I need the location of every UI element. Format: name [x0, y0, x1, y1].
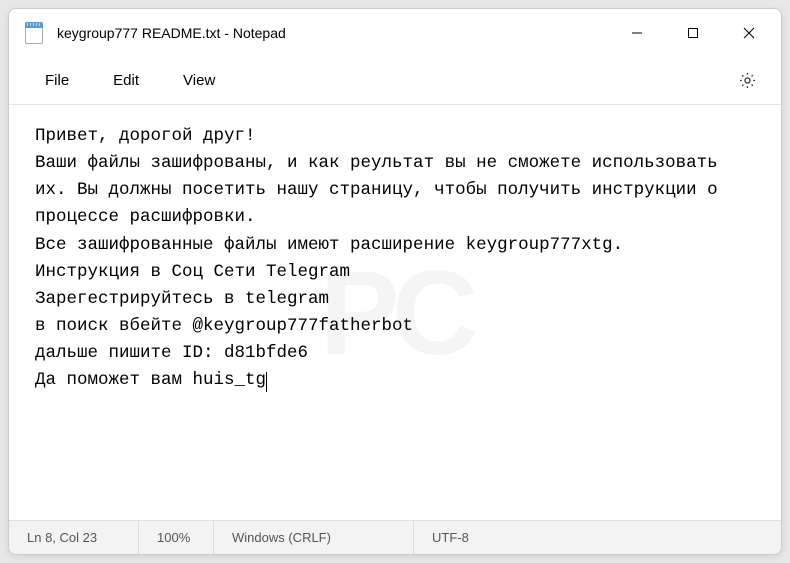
statusbar: Ln 8, Col 23 100% Windows (CRLF) UTF-8	[9, 520, 781, 554]
settings-button[interactable]	[727, 61, 767, 101]
menubar: File Edit View	[9, 57, 781, 105]
minimize-button[interactable]	[609, 9, 665, 57]
status-line-ending: Windows (CRLF)	[214, 521, 414, 554]
notepad-icon	[25, 22, 43, 44]
close-button[interactable]	[721, 9, 777, 57]
text-line: Инструкция в Соц Сети Telegram	[35, 262, 350, 282]
minimize-icon	[631, 27, 643, 39]
menu-file[interactable]: File	[23, 64, 91, 97]
maximize-icon	[687, 27, 699, 39]
window-title: keygroup777 README.txt - Notepad	[57, 25, 609, 41]
status-position: Ln 8, Col 23	[9, 521, 139, 554]
menu-edit[interactable]: Edit	[91, 64, 161, 97]
text-line: Ваши файлы зашифрованы, и как реультат в…	[35, 153, 728, 227]
status-encoding: UTF-8	[414, 521, 534, 554]
text-line: дальше пишите ID: d81bfde6	[35, 343, 308, 363]
text-line: Зарегестрируйтесь в telegram	[35, 289, 329, 309]
text-line: Да поможет вам huis_tg	[35, 370, 266, 390]
text-caret	[266, 372, 267, 392]
notepad-window: keygroup777 README.txt - Notepad File Ed…	[8, 8, 782, 555]
text-line: в поиск вбейте @keygroup777fatherbot	[35, 316, 413, 336]
status-zoom: 100%	[139, 521, 214, 554]
close-icon	[743, 27, 755, 39]
text-line: Привет, дорогой друг!	[35, 126, 256, 146]
gear-icon	[738, 71, 757, 90]
maximize-button[interactable]	[665, 9, 721, 57]
menu-view[interactable]: View	[161, 64, 237, 97]
text-line: Все зашифрованные файлы имеют расширение…	[35, 235, 623, 255]
titlebar[interactable]: keygroup777 README.txt - Notepad	[9, 9, 781, 57]
text-area[interactable]: PCПривет, дорогой друг! Ваши файлы зашиф…	[9, 105, 781, 520]
window-controls	[609, 9, 777, 57]
